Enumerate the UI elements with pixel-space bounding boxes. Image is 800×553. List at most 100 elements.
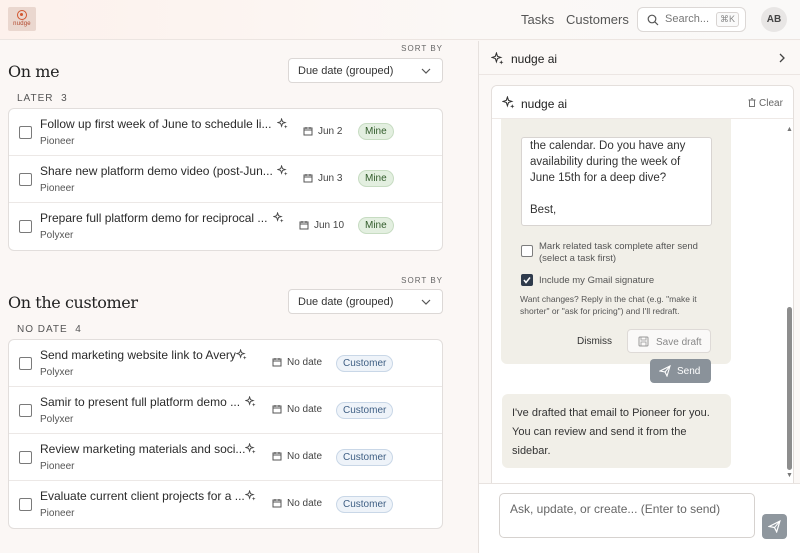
task-checkbox[interactable] (19, 357, 32, 370)
email-line: the calendar. Do you have any (530, 140, 686, 152)
group-label-later: LATER 3 (17, 93, 68, 104)
redraft-hint: Want changes? Reply in the chat (e.g. "m… (520, 294, 697, 316)
save-draft-button[interactable]: Save draft (627, 329, 711, 353)
section-title-on-the-customer: On the customer (8, 293, 138, 312)
table-row[interactable]: Send marketing website link to Avery Pol… (9, 340, 442, 387)
calendar-icon (272, 358, 282, 367)
send-message-button[interactable] (762, 514, 787, 539)
owner-badge[interactable]: Mine (358, 217, 394, 234)
task-title[interactable]: Follow up first week of June to schedule… (40, 117, 271, 131)
task-due-date[interactable]: Jun 3 (303, 173, 342, 184)
sort-select-on-the-customer[interactable]: Due date (grouped) (288, 289, 443, 314)
sparkle-icon (491, 52, 504, 65)
task-title[interactable]: Samir to present full platform demo ... (40, 395, 240, 409)
table-row[interactable]: Review marketing materials and soci... P… (9, 434, 442, 481)
nudge-logo[interactable]: nudge (8, 7, 36, 31)
task-checkbox[interactable] (19, 451, 32, 464)
chevron-down-icon (421, 68, 431, 74)
table-row[interactable]: Share new platform demo video (post-Jun.… (9, 156, 442, 203)
task-checkbox[interactable] (19, 173, 32, 186)
sparkle-icon[interactable] (245, 396, 256, 407)
task-customer: Pioneer (40, 136, 75, 147)
task-customer: Polyxer (40, 367, 74, 378)
chat-card-header: nudge ai Clear (492, 86, 793, 119)
nav-tasks[interactable]: Tasks (521, 12, 554, 27)
task-title[interactable]: Review marketing materials and soci... (40, 442, 245, 456)
task-list-on-the-customer: Send marketing website link to Avery Pol… (8, 339, 443, 529)
task-title[interactable]: Share new platform demo video (post-Jun.… (40, 164, 273, 178)
owner-badge[interactable]: Mine (358, 170, 394, 187)
section-title-on-me: On me (8, 62, 60, 81)
calendar-icon (272, 499, 282, 508)
sparkle-icon[interactable] (277, 165, 288, 176)
search-button[interactable]: Search... ⌘K (637, 7, 746, 32)
save-icon (638, 336, 649, 347)
task-title[interactable]: Send marketing website link to Avery (40, 348, 236, 362)
send-email-button[interactable]: Send (650, 359, 711, 383)
email-draft-body[interactable]: the calendar. Do you have any availabili… (521, 137, 712, 226)
table-row[interactable]: Follow up first week of June to schedule… (9, 109, 442, 156)
sort-select-on-me[interactable]: Due date (grouped) (288, 58, 443, 83)
task-due-date[interactable]: No date (272, 404, 322, 415)
mark-complete-checkbox[interactable] (521, 245, 533, 257)
clear-button[interactable]: Clear (748, 98, 783, 109)
calendar-icon (303, 127, 313, 136)
scroll-down-icon[interactable]: ▼ (786, 472, 793, 479)
email-line: June 15th for a deep dive? (530, 172, 667, 184)
task-due-date[interactable]: Jun 10 (299, 220, 344, 231)
sparkle-icon[interactable] (273, 212, 284, 223)
dismiss-button[interactable]: Dismiss (577, 336, 612, 347)
chat-input[interactable] (499, 493, 755, 538)
checkmark-icon (523, 277, 531, 284)
task-list-on-me: Follow up first week of June to schedule… (8, 108, 443, 251)
nav-customers[interactable]: Customers (566, 12, 629, 27)
task-title[interactable]: Evaluate current client projects for a .… (40, 489, 245, 503)
owner-badge[interactable]: Customer (336, 355, 394, 372)
task-checkbox[interactable] (19, 498, 32, 511)
scrollbar-thumb[interactable] (787, 307, 792, 470)
chat-input-area (479, 483, 800, 553)
task-checkbox[interactable] (19, 126, 32, 139)
user-avatar[interactable]: AB (761, 7, 787, 32)
table-row[interactable]: Evaluate current client projects for a .… (9, 481, 442, 528)
sparkle-icon[interactable] (277, 118, 288, 129)
search-icon (647, 14, 659, 26)
task-checkbox[interactable] (19, 404, 32, 417)
sort-select-value: Due date (grouped) (298, 296, 394, 308)
panel-title: nudge ai (511, 52, 558, 66)
task-pane: SORT BY On me Due date (grouped) LATER 3… (0, 41, 478, 553)
owner-badge[interactable]: Customer (336, 449, 394, 466)
task-due-date[interactable]: No date (272, 498, 322, 509)
task-due-date[interactable]: No date (272, 451, 322, 462)
task-title[interactable]: Prepare full platform demo for reciproca… (40, 211, 267, 225)
table-row[interactable]: Prepare full platform demo for reciproca… (9, 203, 442, 250)
trash-icon (748, 98, 756, 107)
scroll-up-icon[interactable]: ▲ (786, 126, 793, 133)
task-due-date[interactable]: No date (272, 357, 322, 368)
task-customer: Polyxer (40, 414, 74, 425)
owner-badge[interactable]: Customer (336, 402, 394, 419)
sparkle-icon[interactable] (236, 349, 247, 360)
assistant-message: I've drafted that email to Pioneer for y… (502, 394, 731, 468)
send-icon (768, 520, 781, 533)
owner-badge[interactable]: Mine (358, 123, 394, 140)
logo-text: nudge (13, 21, 31, 27)
email-line: availability during the week of (530, 156, 681, 168)
sparkle-icon[interactable] (245, 490, 256, 501)
sparkle-icon[interactable] (245, 443, 256, 454)
search-placeholder: Search... (665, 13, 710, 25)
task-checkbox[interactable] (19, 220, 32, 233)
chevron-right-icon[interactable] (779, 53, 786, 63)
table-row[interactable]: Samir to present full platform demo ... … (9, 387, 442, 434)
task-customer: Pioneer (40, 508, 75, 519)
owner-badge[interactable]: Customer (336, 496, 394, 513)
scrollbar[interactable]: ▲ ▼ (785, 126, 794, 481)
task-due-date[interactable]: Jun 2 (303, 126, 342, 137)
gmail-signature-checkbox[interactable] (521, 274, 533, 286)
chat-card: nudge ai Clear the calendar. Do you have… (491, 85, 794, 513)
group-label-no-date: NO DATE 4 (17, 324, 82, 335)
calendar-icon (303, 174, 313, 183)
email-line: Best, (530, 204, 557, 216)
send-icon (659, 365, 671, 377)
ai-side-panel: nudge ai nudge ai Clear the calendar. Do… (478, 41, 800, 553)
